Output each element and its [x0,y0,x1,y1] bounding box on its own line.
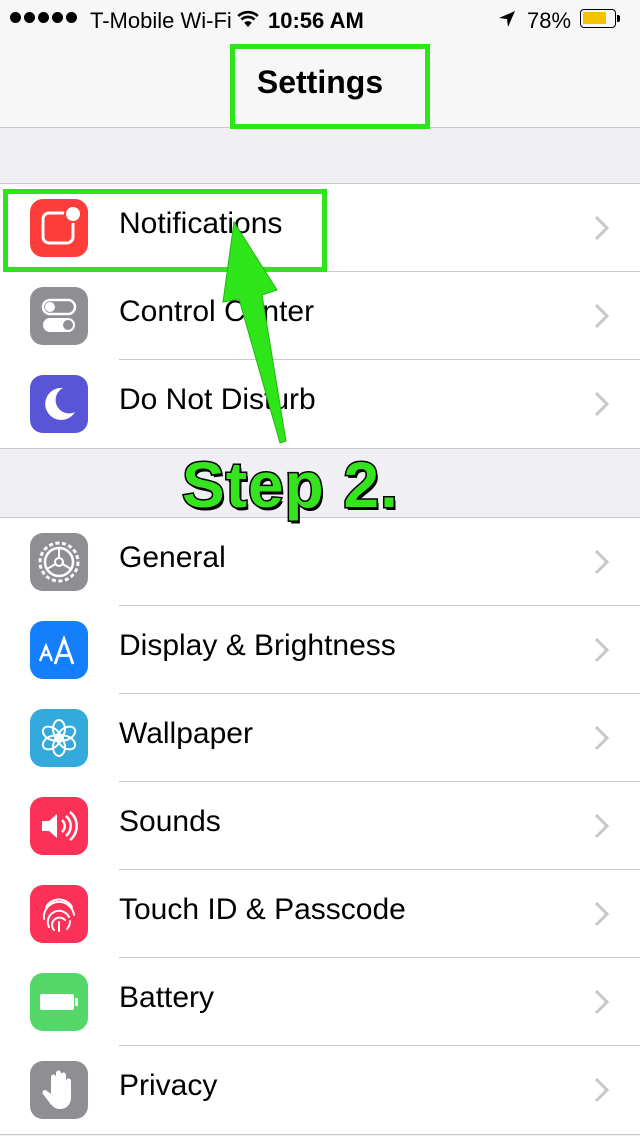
hand-icon [30,1061,88,1119]
row-general[interactable]: General [0,518,640,606]
moon-icon [30,375,88,433]
battery-status-icon [580,9,620,28]
settings-group-2: General Display & Brightness Wallpaper S… [0,517,640,1135]
row-label: Do Not Disturb [119,383,316,416]
settings-group-1: Notifications Control Center Do Not Dist… [0,183,640,449]
row-label: General [119,541,226,574]
page-title: Settings [256,64,384,100]
notifications-icon [30,199,88,257]
signal-dots-icon [10,12,77,23]
row-privacy[interactable]: Privacy [0,1046,640,1134]
row-control-center[interactable]: Control Center [0,272,640,360]
chevron-right-icon [594,989,610,1015]
row-touch-id-passcode[interactable]: Touch ID & Passcode [0,870,640,958]
status-bar: T-Mobile Wi-Fi 10:56 AM 78% [0,0,640,40]
chevron-right-icon [594,215,610,241]
battery-percent: 78% [527,8,572,33]
row-notifications[interactable]: Notifications [0,184,640,272]
chevron-right-icon [594,725,610,751]
row-battery[interactable]: Battery [0,958,640,1046]
battery-icon [30,973,88,1031]
row-do-not-disturb[interactable]: Do Not Disturb [0,360,640,448]
row-label: Battery [119,981,215,1014]
row-label: Touch ID & Passcode [119,893,406,926]
chevron-right-icon [594,549,610,575]
control-center-icon [30,287,88,345]
carrier-name: T-Mobile Wi-Fi [90,8,232,33]
row-sounds[interactable]: Sounds [0,782,640,870]
speaker-icon [30,797,88,855]
row-label: Wallpaper [119,717,253,750]
row-label: Control Center [119,295,315,328]
wifi-icon [236,9,260,35]
status-time: 10:56 AM [268,8,364,33]
chevron-right-icon [594,813,610,839]
row-label: Notifications [119,207,283,240]
row-wallpaper[interactable]: Wallpaper [0,694,640,782]
flower-icon [30,709,88,767]
chevron-right-icon [594,1077,610,1103]
location-arrow-icon [497,9,517,35]
gear-icon [30,533,88,591]
chevron-right-icon [594,637,610,663]
row-label: Display & Brightness [119,629,396,662]
chevron-right-icon [594,303,610,329]
row-display-brightness[interactable]: Display & Brightness [0,606,640,694]
chevron-right-icon [594,901,610,927]
display-aa-icon [30,621,88,679]
chevron-right-icon [594,391,610,417]
fingerprint-icon [30,885,88,943]
row-label: Sounds [119,805,221,838]
row-label: Privacy [119,1069,218,1102]
step-label: Step 2. [181,448,400,523]
